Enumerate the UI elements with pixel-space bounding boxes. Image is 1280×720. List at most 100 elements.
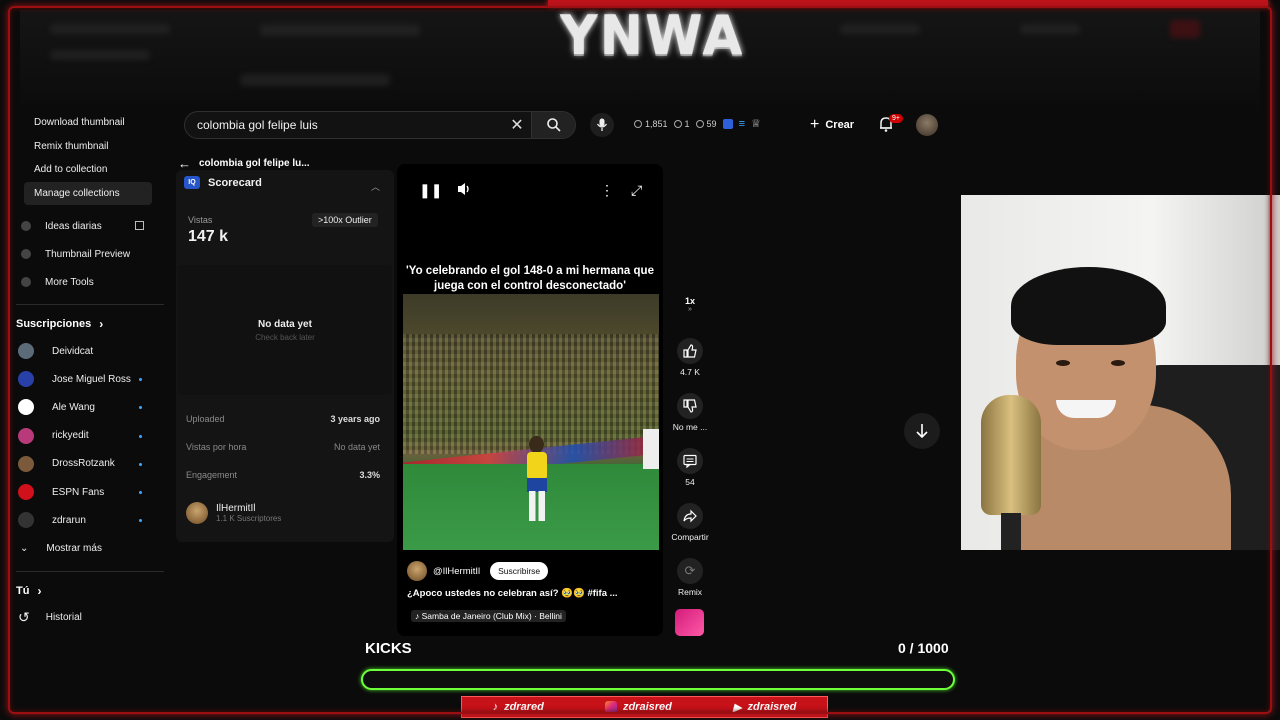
subscription-item[interactable]: ESPN Fans (16, 478, 164, 506)
notification-badge: 9+ (889, 114, 903, 123)
fullscreen-icon[interactable]: ⤢ (631, 182, 642, 199)
subscription-item[interactable]: zdrarun (16, 506, 164, 534)
tools-icon (21, 277, 31, 287)
remix-label: Remix (677, 587, 703, 597)
subscription-name: rickyedit (52, 430, 89, 442)
comments-button[interactable]: 54 (670, 448, 710, 487)
collapse-chevron-icon[interactable]: ︿ (371, 180, 380, 193)
sound-thumbnail[interactable] (675, 609, 704, 636)
microphone-icon (596, 118, 608, 131)
back-arrow-icon[interactable]: ← (178, 156, 191, 171)
likes-count: 1 (684, 118, 690, 129)
volume-icon[interactable] (457, 182, 473, 199)
ynwa-banner: YNWA (560, 4, 745, 68)
channel-name: IlHermitIl (216, 503, 256, 514)
search-button[interactable] (531, 112, 575, 138)
breadcrumb[interactable]: ← colombia gol felipe lu... (178, 156, 310, 171)
trophy-icon[interactable]: ♕ (751, 117, 761, 130)
avatar (18, 399, 34, 416)
sidebar: Ideas diarias Thumbnail Preview More Too… (16, 212, 164, 632)
new-content-dot (139, 490, 142, 494)
sidebar-item-ideas[interactable]: Ideas diarias (16, 212, 164, 240)
eye-icon (673, 119, 682, 128)
share-button[interactable]: Compartir (670, 503, 710, 542)
new-content-dot (139, 519, 142, 523)
menu-add-to-collection[interactable]: Add to collection (24, 158, 152, 182)
kicks-progress-bar (361, 669, 955, 690)
you-header[interactable]: Tú › (16, 578, 164, 604)
voice-search-button[interactable] (590, 113, 614, 137)
next-video-button[interactable] (904, 413, 940, 449)
avatar[interactable] (407, 561, 427, 581)
scorecard-header: IQ Scorecard (184, 176, 262, 189)
subscription-name: DrossRotzank (52, 458, 115, 470)
subscription-item[interactable]: Jose Miguel Ross (16, 365, 164, 393)
search-input[interactable]: colombia gol felipe luis (197, 118, 503, 132)
instagram-icon (604, 701, 617, 713)
youtube-handle: ▶ zdraisred (733, 701, 796, 714)
subscription-item[interactable]: Deividcat (16, 337, 164, 365)
chevron-right-icon: › (37, 583, 42, 598)
sidebar-item-more-tools[interactable]: More Tools (16, 268, 164, 296)
like-button[interactable]: 4.7 K (670, 338, 710, 377)
social-handles-banner: ♪ zdrared zdraisred ▶ zdraisred (461, 696, 828, 718)
show-more-button[interactable]: ⌄ Mostrar más (16, 534, 164, 562)
video-channel-name[interactable]: @IlHermitIl (433, 566, 480, 577)
external-link-icon (135, 221, 144, 230)
subscription-item[interactable]: rickyedit (16, 422, 164, 450)
subscription-item[interactable]: Ale Wang (16, 393, 164, 421)
menu-remix-thumbnail[interactable]: Remix thumbnail (24, 135, 152, 159)
music-tag[interactable]: ♪ Samba de Janeiro (Club Mix) · Bellini (411, 610, 566, 622)
menu-download-thumbnail[interactable]: Download thumbnail (24, 111, 152, 135)
sidebar-divider (16, 570, 164, 572)
youtube-icon: ▶ (733, 701, 742, 714)
subscription-name: Deividcat (52, 345, 94, 357)
you-title: Tú (16, 584, 30, 597)
comments-count: 59 (706, 118, 717, 129)
kicks-count: 0 / 1000 (898, 640, 949, 656)
history-icon: ↺ (18, 609, 30, 626)
subscription-name: zdrarun (52, 514, 86, 526)
scorecard-panel: IQ Scorecard ︿ Vistas 147 k >100x Outlie… (176, 170, 394, 542)
avatar (18, 371, 34, 388)
clear-search-icon[interactable]: ✕ (503, 115, 531, 135)
comments-stat: 59 (695, 118, 717, 129)
sidebar-item-history[interactable]: ↺ Historial (16, 604, 164, 632)
dislike-button[interactable]: No me ... (670, 393, 710, 432)
extension-icon[interactable] (722, 118, 733, 129)
streamer-hair (1011, 267, 1166, 345)
video-description[interactable]: ¿Apoco ustedes no celebran así? 🥹🥹 #fifa… (407, 588, 618, 599)
vph-label: Vistas por hora (186, 442, 247, 452)
clock-icon (634, 119, 642, 128)
subscription-name: ESPN Fans (52, 486, 105, 498)
playback-speed-button[interactable]: 1x » (670, 296, 710, 313)
engagement-row: Engagement 3.3% (186, 470, 380, 480)
create-button[interactable]: + Crear (810, 114, 854, 136)
account-avatar[interactable] (916, 114, 938, 136)
avatar (18, 427, 34, 444)
avatar (18, 484, 34, 501)
menu-manage-collections[interactable]: Manage collections (24, 181, 152, 205)
subscriptions-header[interactable]: Suscripciones › (16, 311, 164, 337)
speed-label: 1x (684, 296, 695, 306)
views-stat: 1,851 (634, 119, 668, 129)
views-count: 1,851 (645, 118, 668, 129)
pause-icon[interactable]: ❚❚ (419, 182, 442, 199)
header-stats: 1,851 1 59 ≡ ♕ (634, 117, 761, 130)
subscribe-button[interactable]: Suscribirse (490, 562, 549, 580)
channel-card[interactable]: IlHermitIl 1.1 K Suscriptores (186, 502, 281, 524)
avatar (18, 512, 34, 529)
chart-placeholder: No data yet Check back later (178, 265, 392, 395)
subscription-item[interactable]: DrossRotzank (16, 450, 164, 478)
remix-icon: ⟳ (677, 558, 703, 584)
remix-button[interactable]: ⟳ Remix (670, 558, 710, 597)
sidebar-item-thumbnail-preview[interactable]: Thumbnail Preview (16, 240, 164, 268)
tiktok-name: zdrared (504, 701, 544, 713)
scorecard-title: Scorecard (208, 176, 262, 189)
more-options-icon[interactable]: ⋮ (600, 182, 614, 199)
search-bar[interactable]: colombia gol felipe luis ✕ (184, 111, 576, 139)
smile (1056, 400, 1116, 418)
avatar (186, 502, 208, 524)
shorts-player[interactable]: ❚❚ ⋮ ⤢ 'Yo celebrando el gol 148-0 a mi … (397, 164, 663, 636)
list-icon[interactable]: ≡ (739, 118, 745, 130)
